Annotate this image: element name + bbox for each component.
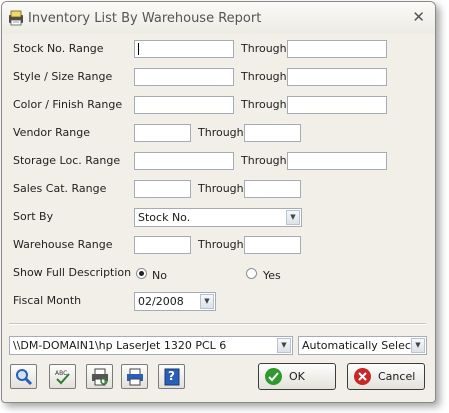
printer-icon bbox=[127, 368, 143, 386]
printer-name: \\DM-DOMAIN1\hp LaserJet 1320 PCL 6 bbox=[13, 339, 227, 352]
chevron-down-icon[interactable]: ▼ bbox=[286, 210, 300, 225]
stock-no-from-input[interactable] bbox=[134, 40, 234, 58]
cancel-button-label: Cancel bbox=[378, 370, 416, 383]
radio-yes[interactable] bbox=[246, 268, 257, 279]
report-dialog: Inventory List By Warehouse Report ✕ Sto… bbox=[1, 1, 436, 403]
cancel-x-icon bbox=[354, 368, 371, 385]
find-button[interactable] bbox=[10, 364, 37, 389]
storage-loc-from-input[interactable] bbox=[134, 152, 234, 170]
sort-by-value: Stock No. bbox=[138, 211, 191, 224]
storage-loc-to-input[interactable] bbox=[287, 152, 387, 170]
help-glyph: ? bbox=[168, 369, 175, 383]
title-bar: Inventory List By Warehouse Report ✕ bbox=[2, 2, 435, 34]
spell-check-icon: ABC bbox=[55, 370, 70, 385]
warehouse-through-label: Through bbox=[198, 238, 244, 251]
text-caret bbox=[138, 43, 139, 55]
style-size-range-label: Style / Size Range bbox=[13, 70, 113, 83]
fiscal-month-label: Fiscal Month bbox=[13, 294, 82, 307]
style-size-through-label: Through bbox=[241, 70, 287, 83]
spell-check-button[interactable]: ABC bbox=[49, 364, 76, 389]
paper-source-select[interactable]: Automatically Select ▼ bbox=[298, 336, 427, 355]
fiscal-month-value: 02/2008 bbox=[138, 295, 184, 308]
vendor-from-input[interactable] bbox=[134, 124, 191, 142]
chevron-down-icon[interactable]: ▼ bbox=[200, 294, 214, 309]
style-size-to-input[interactable] bbox=[287, 68, 387, 86]
radio-no-label: No bbox=[152, 269, 167, 282]
checkmark-icon bbox=[265, 368, 282, 385]
ok-button[interactable]: OK bbox=[258, 363, 336, 390]
close-icon[interactable]: ✕ bbox=[412, 8, 425, 26]
print-button[interactable] bbox=[121, 364, 148, 389]
color-finish-to-input[interactable] bbox=[287, 96, 387, 114]
stock-no-range-label: Stock No. Range bbox=[13, 42, 104, 55]
stock-no-to-input[interactable] bbox=[287, 40, 387, 58]
sales-cat-from-input[interactable] bbox=[134, 180, 191, 198]
vendor-through-label: Through bbox=[198, 126, 244, 139]
chevron-down-icon[interactable]: ▼ bbox=[411, 338, 425, 353]
warehouse-range-label: Warehouse Range bbox=[13, 238, 113, 251]
storage-loc-through-label: Through bbox=[241, 154, 287, 167]
paper-source-value: Automatically Select bbox=[302, 339, 416, 352]
printer-select[interactable]: \\DM-DOMAIN1\hp LaserJet 1320 PCL 6 ▼ bbox=[9, 336, 293, 355]
sort-by-select[interactable]: Stock No. ▼ bbox=[134, 208, 302, 227]
color-finish-range-label: Color / Finish Range bbox=[13, 98, 123, 111]
radio-yes-label: Yes bbox=[263, 269, 281, 282]
radio-no[interactable] bbox=[136, 268, 147, 279]
print-preview-icon bbox=[92, 368, 108, 386]
svg-text:ABC: ABC bbox=[55, 370, 67, 377]
warehouse-from-input[interactable] bbox=[134, 236, 191, 254]
stock-no-through-label: Through bbox=[241, 42, 287, 55]
sales-cat-to-input[interactable] bbox=[244, 180, 301, 198]
window-title: Inventory List By Warehouse Report bbox=[28, 11, 262, 26]
magnifier-icon bbox=[16, 369, 33, 386]
show-full-description-label: Show Full Description bbox=[13, 266, 132, 279]
sales-cat-through-label: Through bbox=[198, 182, 244, 195]
sort-by-label: Sort By bbox=[13, 210, 54, 223]
sales-cat-range-label: Sales Cat. Range bbox=[13, 182, 107, 195]
warehouse-to-input[interactable] bbox=[244, 236, 301, 254]
help-button[interactable]: ? bbox=[158, 364, 185, 389]
vendor-to-input[interactable] bbox=[244, 124, 301, 142]
stock-no-range-label-text: Stock No. Range bbox=[13, 42, 104, 55]
storage-loc-range-label: Storage Loc. Range bbox=[13, 154, 121, 167]
cancel-button[interactable]: Cancel bbox=[347, 363, 425, 390]
color-finish-from-input[interactable] bbox=[134, 96, 234, 114]
color-finish-through-label: Through bbox=[241, 98, 287, 111]
report-icon bbox=[9, 10, 23, 26]
style-size-from-input[interactable] bbox=[134, 68, 234, 86]
chevron-down-icon[interactable]: ▼ bbox=[277, 338, 291, 353]
print-preview-button[interactable] bbox=[86, 364, 113, 389]
ok-button-label: OK bbox=[289, 370, 305, 383]
fiscal-month-picker[interactable]: 02/2008 ▼ bbox=[134, 292, 216, 311]
ok-label-text: OK bbox=[289, 370, 305, 383]
divider bbox=[9, 323, 426, 325]
vendor-range-label: Vendor Range bbox=[13, 126, 91, 139]
